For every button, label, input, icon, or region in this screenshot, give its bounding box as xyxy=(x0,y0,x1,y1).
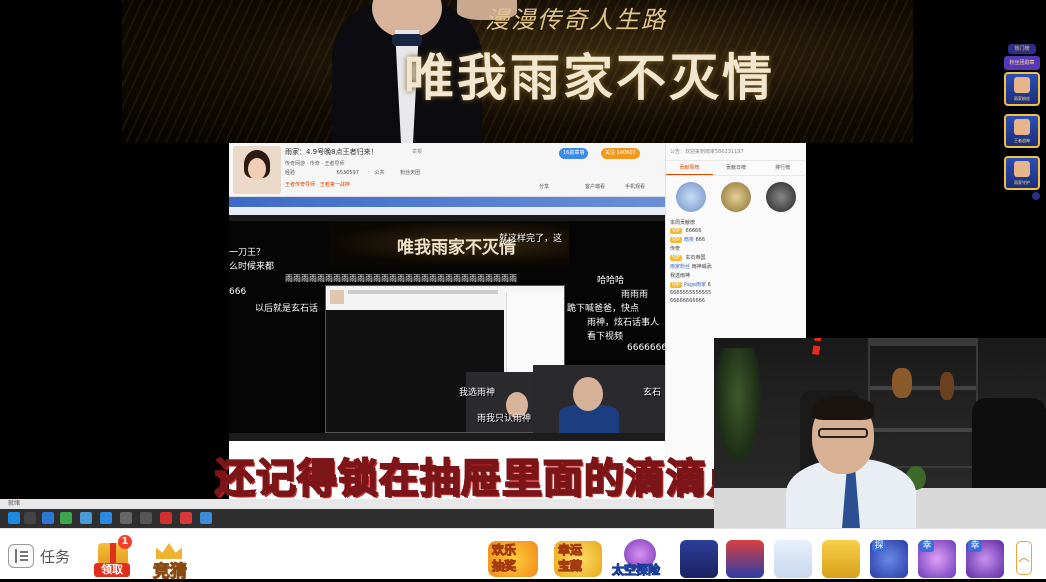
share-link: 分享 xyxy=(539,184,550,190)
task-label: 任务 xyxy=(40,547,71,566)
gift-lucky-icon[interactable]: 幸 xyxy=(966,540,1004,578)
gift-explore-icon[interactable]: 探 xyxy=(870,540,908,578)
streamer-honor: 王者传奇导师 · 王者第一战神 xyxy=(285,182,350,188)
gift-plane-icon[interactable] xyxy=(774,540,812,578)
chevron-up-icon[interactable]: ︿ xyxy=(1016,541,1032,575)
captured-video-area: 唯我雨家不灭情 一刀王？ 么时候来都 雨雨雨雨雨雨雨雨雨雨雨雨雨雨雨雨雨雨雨雨雨… xyxy=(229,197,665,433)
danmu-comment: 雨神，炫石话事人 xyxy=(587,318,660,328)
chat-message: VIP Page雨家 6 xyxy=(670,282,711,288)
danmu-comment: 雨我只认雨神 xyxy=(477,414,532,424)
streamer-webcam: ? xyxy=(714,338,1046,528)
fan-medal-strip[interactable]: 粉丝团勋章 xyxy=(1004,56,1040,70)
badge-wall-button: 16勋章墙 xyxy=(559,148,589,159)
gift-lucky-icon[interactable]: 幸 xyxy=(918,540,956,578)
chat-message: VIP 玄石帝国 xyxy=(670,255,706,261)
gift-rocket-icon[interactable] xyxy=(680,540,718,578)
more-dot-icon[interactable] xyxy=(1032,192,1040,200)
danmu-comment: 雨雨雨雨雨雨雨雨雨雨雨雨雨雨雨雨雨雨雨雨雨雨雨雨雨雨雨雨雨 xyxy=(285,274,517,283)
gift-missile-icon[interactable] xyxy=(726,540,764,578)
nested-webcam xyxy=(533,365,665,433)
happy-lottery-button[interactable]: 欢乐 抽奖 xyxy=(482,539,544,579)
chat-message: 雨家粉丝 雨神威武 xyxy=(670,264,712,270)
lucky-treasure-button[interactable]: 幸运 宝藏 xyxy=(550,539,606,579)
app-icon xyxy=(80,512,92,524)
follow-button: 关注 140607 xyxy=(601,148,640,159)
app-icon xyxy=(180,512,192,524)
stream-title: 雨家：4.9号晚8点王者归来！ xyxy=(285,148,378,156)
stream-header: 雨家：4.9号晚8点王者归来！ 举报 16勋章墙 关注 140607 传奇网游 … xyxy=(229,143,665,197)
claim-label: 领取 xyxy=(94,563,130,577)
fan-badge-icon xyxy=(720,182,751,212)
banner-subtitle: 漫漫传奇人生路 xyxy=(485,6,667,34)
task-button[interactable]: 任务 xyxy=(8,544,70,568)
claim-count-badge: 1 xyxy=(118,535,132,549)
report-link: 举报 xyxy=(412,149,423,155)
chat-message: 66666666666 xyxy=(670,298,705,304)
app-icon xyxy=(200,512,212,524)
danmu-comment: 我选雨神 xyxy=(459,388,496,398)
stream-stats: 经验 6530597 公共 粉丝天团 xyxy=(285,170,421,176)
danmu-comment: 就这样完了，这 xyxy=(499,234,563,244)
rank-card[interactable]: 王者战神 xyxy=(1004,114,1040,148)
mobile-link: 手机观看 xyxy=(625,184,646,190)
banner-title: 唯我雨家不灭情 xyxy=(404,48,775,107)
rank-label: 热门榜 xyxy=(1008,44,1036,54)
guess-label: 竞猜 xyxy=(153,562,188,582)
chat-message: 本周贡献榜 xyxy=(670,220,696,226)
tab-daily: 贡献日榜 xyxy=(726,165,747,171)
chat-message: 6665555555555 xyxy=(670,290,712,296)
gift-rank-sidebar[interactable]: 热门榜 粉丝团勋章 雨家粉丝 王者战神 雨家守护 xyxy=(1002,42,1042,204)
chat-message: VIP 66666 xyxy=(670,228,702,234)
tab-rank: 排行榜 xyxy=(775,165,791,171)
danmu-comment: 雨雨雨 xyxy=(621,290,649,300)
chat-message: 传奇 xyxy=(670,246,681,252)
rank-tabs: 贡献周榜 贡献日榜 排行榜 xyxy=(666,161,806,176)
app-icon xyxy=(60,512,72,524)
danmu-comment: 跪下喊爸爸，快点 xyxy=(567,304,640,314)
browser-icon xyxy=(42,512,54,524)
bottom-toolbar: 任务 1 领取 竞猜 欢乐 抽奖 幸运 宝藏 太空探险 探 幸 幸 ︿ xyxy=(0,528,1046,582)
chat-message: VIP 暗夜 666 xyxy=(670,237,706,243)
video-subtitle: 还记得锁在抽屉里面的滴滴点 xyxy=(214,455,748,503)
danmu-comment: 看下视频 xyxy=(587,332,624,342)
question-mark-icon: ? xyxy=(796,338,844,374)
stream-category: 传奇网游 · 传奇 · 王者导师 xyxy=(285,161,345,167)
danmu-comment: 玄石 xyxy=(643,388,662,398)
danmu-comment: 以后就是玄石话 xyxy=(255,304,319,314)
danmu-comment: 6666666 xyxy=(627,343,665,353)
taskview-icon xyxy=(24,512,36,524)
rank-card[interactable]: 雨家守护 xyxy=(1004,156,1040,190)
danmu-comment: 666 xyxy=(229,287,247,297)
start-icon xyxy=(8,512,20,524)
announcement: 公告：欢迎来到雨家586231197 xyxy=(666,143,806,161)
task-list-icon xyxy=(8,544,34,568)
guess-button[interactable]: 竞猜 xyxy=(146,543,194,582)
client-link: 客户端看 xyxy=(585,184,606,190)
tab-weekly: 贡献周榜 xyxy=(666,161,713,175)
app-icon xyxy=(160,512,172,524)
claim-reward-button[interactable]: 1 领取 xyxy=(94,535,132,577)
danmu-comment: 么时候来都 xyxy=(229,262,275,272)
app-icon xyxy=(120,512,132,524)
fan-badge-icon xyxy=(675,182,706,212)
chat-message: 我选雨神 xyxy=(670,273,691,279)
space-explore-button[interactable]: 太空探险 xyxy=(610,539,672,579)
app-icon xyxy=(140,512,152,524)
top-fans xyxy=(666,176,806,218)
gift-ticket-icon[interactable] xyxy=(822,540,860,578)
rank-card[interactable]: 雨家粉丝 xyxy=(1004,72,1040,106)
live-stream-video[interactable]: 漫漫传奇人生路 唯我雨家不灭情 雨家：4.9号晚8点王者归来！ 举报 16勋章墙… xyxy=(0,0,1046,528)
danmu-comment: 一刀王？ xyxy=(229,248,266,258)
fan-badge-icon xyxy=(766,182,797,212)
streamer-avatar xyxy=(233,146,281,194)
app-icon xyxy=(100,512,112,524)
danmu-comment: 哈哈哈 xyxy=(597,276,625,286)
